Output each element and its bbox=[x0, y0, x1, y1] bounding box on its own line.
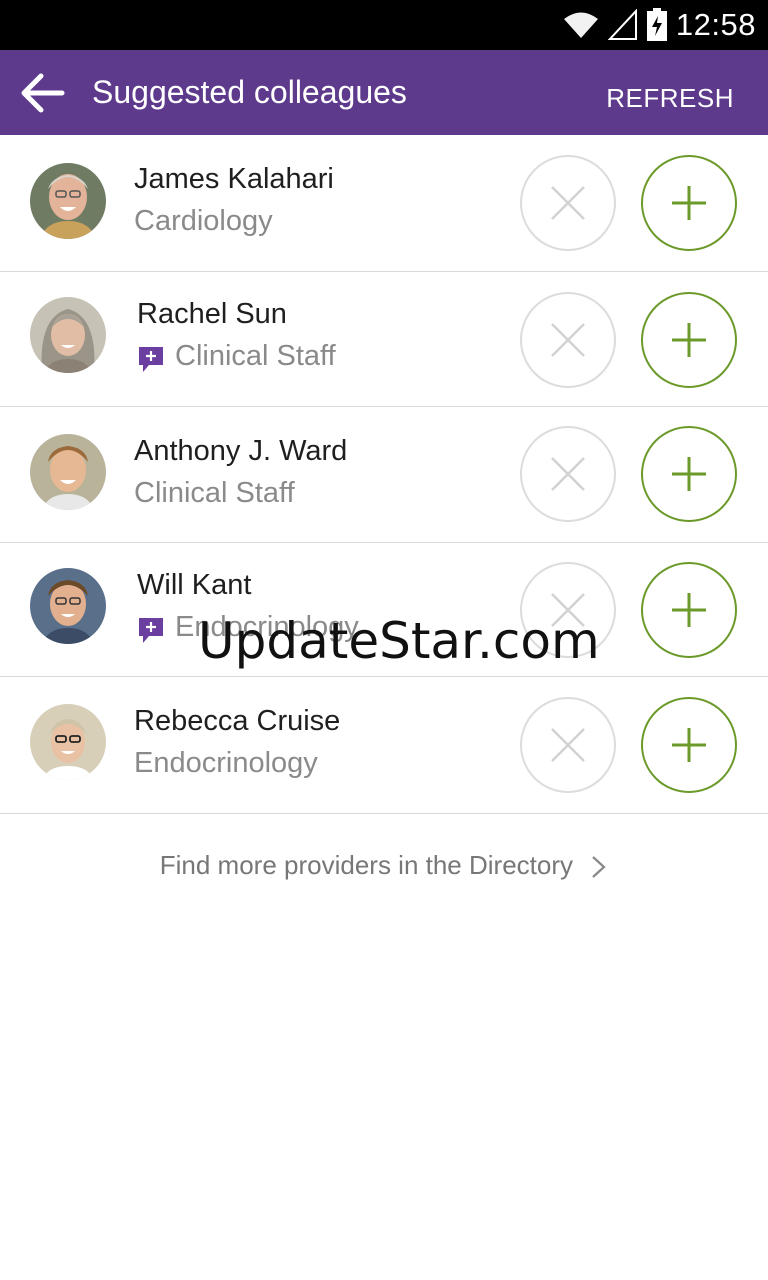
plus-icon bbox=[672, 457, 706, 491]
arrow-left-icon bbox=[21, 73, 65, 113]
close-icon bbox=[551, 186, 585, 220]
app-bar: Suggested colleagues REFRESH bbox=[0, 50, 768, 135]
avatar bbox=[30, 704, 106, 780]
dismiss-button[interactable] bbox=[520, 697, 616, 793]
avatar bbox=[30, 434, 106, 510]
status-bar: 12:58 bbox=[0, 0, 768, 50]
list-item: Rachel Sun Clinical Staff bbox=[0, 272, 768, 407]
colleague-list: James Kalahari Cardiology Rachel Sun Cli… bbox=[0, 135, 768, 814]
plus-icon bbox=[672, 323, 706, 357]
department-label: Cardiology bbox=[134, 205, 273, 237]
close-icon bbox=[551, 323, 585, 357]
department-label: Endocrinology bbox=[134, 747, 318, 779]
colleague-name: Rachel Sun bbox=[137, 298, 287, 330]
add-colleague-button[interactable] bbox=[641, 292, 737, 388]
wifi-icon bbox=[563, 12, 598, 38]
watermark: UpdateStar.com bbox=[198, 612, 600, 670]
colleague-department: Clinical Staff bbox=[134, 477, 295, 510]
list-item: James Kalahari Cardiology bbox=[0, 135, 768, 272]
colleague-name: Rebecca Cruise bbox=[134, 705, 341, 737]
dismiss-button[interactable] bbox=[520, 292, 616, 388]
colleague-name: Anthony J. Ward bbox=[134, 435, 348, 467]
add-colleague-button[interactable] bbox=[641, 155, 737, 251]
directory-link-label: Find more providers in the Directory bbox=[159, 850, 574, 880]
avatar bbox=[30, 568, 106, 644]
add-colleague-button[interactable] bbox=[641, 426, 737, 522]
avatar bbox=[30, 297, 106, 373]
page-title: Suggested colleagues bbox=[92, 74, 407, 110]
close-icon bbox=[551, 457, 585, 491]
department-label: Clinical Staff bbox=[175, 340, 336, 372]
avatar bbox=[30, 163, 106, 239]
colleague-department: Clinical Staff bbox=[137, 340, 336, 373]
message-badge-icon bbox=[139, 617, 163, 643]
directory-link[interactable]: Find more providers in the Directory bbox=[0, 850, 768, 881]
plus-icon bbox=[672, 186, 706, 220]
department-label: Clinical Staff bbox=[134, 477, 295, 509]
dismiss-button[interactable] bbox=[520, 426, 616, 522]
status-icons: 12:58 bbox=[562, 0, 756, 50]
refresh-button[interactable]: REFRESH bbox=[606, 50, 734, 135]
plus-icon bbox=[672, 593, 706, 627]
add-colleague-button[interactable] bbox=[641, 562, 737, 658]
dismiss-button[interactable] bbox=[520, 155, 616, 251]
colleague-department: Endocrinology bbox=[134, 747, 318, 780]
list-item: Rebecca Cruise Endocrinology bbox=[0, 677, 768, 814]
colleague-name: James Kalahari bbox=[134, 163, 334, 195]
message-badge-icon bbox=[139, 346, 163, 372]
battery-charging-icon bbox=[646, 8, 667, 41]
plus-icon bbox=[672, 728, 706, 762]
list-item: Anthony J. Ward Clinical Staff bbox=[0, 407, 768, 543]
close-icon bbox=[551, 728, 585, 762]
colleague-name: Will Kant bbox=[137, 569, 252, 601]
add-colleague-button[interactable] bbox=[641, 697, 737, 793]
back-button[interactable] bbox=[14, 68, 70, 118]
chevron-right-icon bbox=[592, 856, 606, 878]
colleague-department: Cardiology bbox=[134, 205, 273, 238]
cell-signal-icon bbox=[607, 9, 637, 40]
status-time: 12:58 bbox=[675, 7, 756, 42]
